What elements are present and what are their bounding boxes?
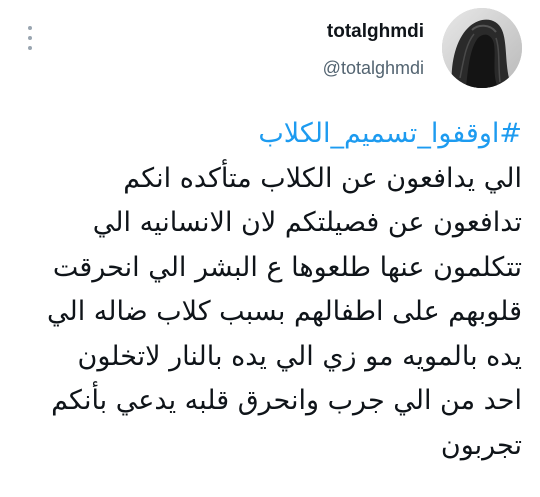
hashtag-link[interactable]: #اوقفوا_تسميم_الكلاب [22,112,522,157]
author-info[interactable]: totalghmdi @totalghmdi [323,20,424,80]
tweet-text-line: تدافعون عن فصيلتكم لان الانسانيه الي [92,207,522,238]
tweet-card: totalghmdi @totalghmdi #اوقفوا_تسميم_الك… [0,0,540,497]
author-handle[interactable]: @totalghmdi [323,56,424,80]
tweet-text-line: يده بالمويه مو زي الي يده بالنار لاتخلون [77,340,522,372]
avatar[interactable] [442,8,522,88]
tweet-text-line: تجربون [440,429,522,461]
tweet-text-line: تتكلمون عنها طلعوها ع البشر الي انحرقت [52,251,522,283]
author-display-name[interactable]: totalghmdi [323,20,424,44]
tweet-text-line: احد من الي جرب وانحرق قلبه يدعي بأنكم [51,385,522,416]
more-options-icon[interactable] [22,26,38,50]
more-dot [28,36,32,40]
tweet-text: #اوقفوا_تسميم_الكلاب الي يدافعون عن الكل… [22,112,522,468]
tweet-text-line: الي يدافعون عن الكلاب متأكده انكم [123,162,522,194]
more-dot [28,46,32,50]
tweet-text-line: قلوبهم على اطفالهم بسبب كلاب ضاله الي [46,296,522,327]
more-dot [28,26,32,30]
avatar-photo-icon [442,8,522,88]
